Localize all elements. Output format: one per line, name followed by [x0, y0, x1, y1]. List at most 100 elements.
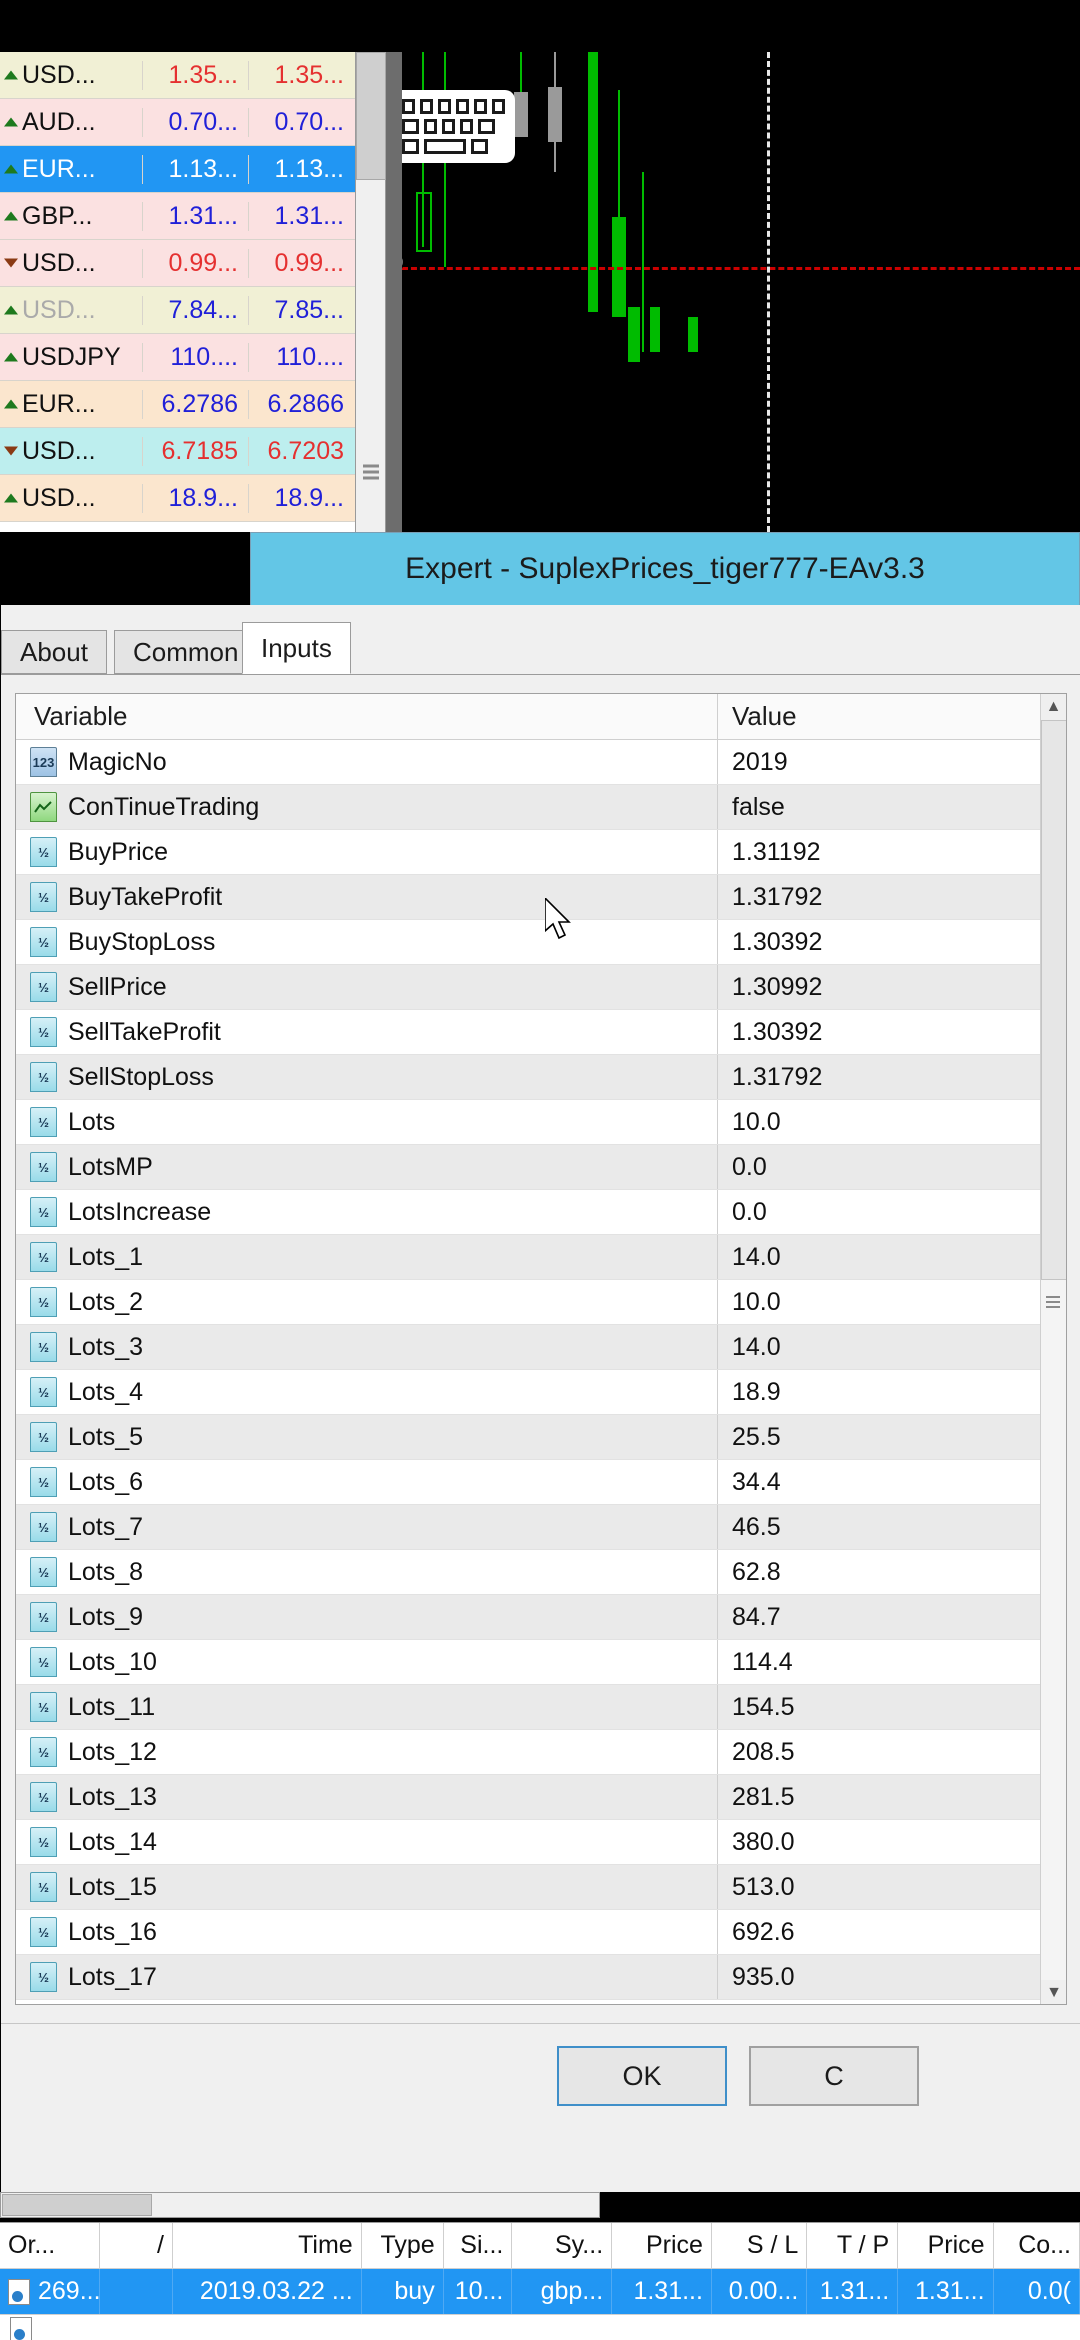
variable-cell[interactable]: ½Lots_7: [16, 1505, 718, 1549]
table-row[interactable]: ½Lots_16692.6: [16, 1910, 1066, 1955]
column-header[interactable]: Sy...: [512, 2223, 612, 2268]
variable-cell[interactable]: ½Lots_12: [16, 1730, 718, 1774]
tab-about[interactable]: About: [1, 630, 107, 674]
variable-cell[interactable]: 123MagicNo: [16, 740, 718, 784]
market-watch-row[interactable]: USD...7.84...7.85...: [0, 287, 355, 334]
column-header[interactable]: Si...: [444, 2223, 513, 2268]
variable-cell[interactable]: ½Lots_2: [16, 1280, 718, 1324]
value-cell[interactable]: 0.0: [718, 1190, 1066, 1234]
inputs-grid[interactable]: Variable Value 123MagicNo2019ConTinueTra…: [15, 693, 1067, 2005]
table-row[interactable]: ½Lots_862.8: [16, 1550, 1066, 1595]
keyboard-icon[interactable]: [402, 90, 515, 163]
value-cell[interactable]: 14.0: [718, 1325, 1066, 1369]
scrollbar-thumb[interactable]: [356, 52, 386, 180]
panel-splitter[interactable]: [386, 52, 402, 532]
column-header[interactable]: Or...: [0, 2223, 100, 2268]
table-row[interactable]: ½Lots_984.7: [16, 1595, 1066, 1640]
column-header[interactable]: Price: [898, 2223, 993, 2268]
column-header[interactable]: Time: [173, 2223, 362, 2268]
value-cell[interactable]: 34.4: [718, 1460, 1066, 1504]
table-row[interactable]: ½SellTakeProfit1.30392: [16, 1010, 1066, 1055]
table-row[interactable]: ½Lots_746.5: [16, 1505, 1066, 1550]
value-cell[interactable]: false: [718, 785, 1066, 829]
scroll-down-button[interactable]: ▼: [1041, 1980, 1067, 2005]
variable-cell[interactable]: ½BuyTakeProfit: [16, 875, 718, 919]
market-watch-row[interactable]: GBP...1.31...1.31...: [0, 193, 355, 240]
market-watch-scrollbar[interactable]: [356, 52, 386, 532]
table-row[interactable]: ½Lots_634.4: [16, 1460, 1066, 1505]
market-watch-row[interactable]: USDJPY110....110....: [0, 334, 355, 381]
variable-cell[interactable]: ½Lots_17: [16, 1955, 718, 1999]
table-row-partial[interactable]: [0, 2315, 1080, 2340]
variable-cell[interactable]: ½LotsIncrease: [16, 1190, 718, 1234]
ok-button[interactable]: OK: [557, 2046, 727, 2106]
market-watch-panel[interactable]: USD...1.35...1.35...AUD...0.70...0.70...…: [0, 52, 356, 532]
variable-cell[interactable]: ½Lots_1: [16, 1235, 718, 1279]
table-row[interactable]: ½SellStopLoss1.31792: [16, 1055, 1066, 1100]
value-cell[interactable]: 0.0: [718, 1145, 1066, 1189]
value-cell[interactable]: 10.0: [718, 1280, 1066, 1324]
variable-cell[interactable]: ½Lots_13: [16, 1775, 718, 1819]
value-cell[interactable]: 84.7: [718, 1595, 1066, 1639]
variable-cell[interactable]: ½SellTakeProfit: [16, 1010, 718, 1054]
table-row[interactable]: ½Lots_13281.5: [16, 1775, 1066, 1820]
table-row[interactable]: ½Lots_525.5: [16, 1415, 1066, 1460]
table-row[interactable]: ½Lots_314.0: [16, 1325, 1066, 1370]
value-cell[interactable]: 281.5: [718, 1775, 1066, 1819]
column-header[interactable]: /: [100, 2223, 173, 2268]
table-row[interactable]: ½Lots_11154.5: [16, 1685, 1066, 1730]
variable-cell[interactable]: ½Lots_3: [16, 1325, 718, 1369]
value-cell[interactable]: 114.4: [718, 1640, 1066, 1684]
variable-cell[interactable]: ½Lots_5: [16, 1415, 718, 1459]
table-row[interactable]: ½SellPrice1.30992: [16, 965, 1066, 1010]
column-header-variable[interactable]: Variable: [16, 694, 718, 739]
tab-bar[interactable]: AboutCommonInputs: [1, 623, 1080, 675]
value-cell[interactable]: 1.30992: [718, 965, 1066, 1009]
column-header[interactable]: S / L: [712, 2223, 807, 2268]
variable-cell[interactable]: ½Lots_10: [16, 1640, 718, 1684]
table-row[interactable]: ½Lots_12208.5: [16, 1730, 1066, 1775]
variable-cell[interactable]: ½Lots_6: [16, 1460, 718, 1504]
market-watch-row[interactable]: USD...6.71856.7203: [0, 428, 355, 475]
table-row[interactable]: ½Lots_15513.0: [16, 1865, 1066, 1910]
terminal-horizontal-scrollbar[interactable]: [0, 2192, 600, 2218]
variable-cell[interactable]: ½Lots_9: [16, 1595, 718, 1639]
variable-cell[interactable]: ½SellStopLoss: [16, 1055, 718, 1099]
table-row[interactable]: ½Lots_14380.0: [16, 1820, 1066, 1865]
market-watch-row[interactable]: AUD...0.70...0.70...: [0, 99, 355, 146]
market-watch-row[interactable]: USD...18.9...18.9...: [0, 475, 355, 522]
column-header[interactable]: T / P: [807, 2223, 898, 2268]
table-row[interactable]: ½LotsIncrease0.0: [16, 1190, 1066, 1235]
table-row[interactable]: 269...2019.03.22 ...buy10...gbp...1.31..…: [0, 2269, 1080, 2315]
variable-cell[interactable]: ½Lots_15: [16, 1865, 718, 1909]
value-cell[interactable]: 1.31792: [718, 875, 1066, 919]
orders-table[interactable]: Or.../TimeTypeSi...Sy...PriceS / LT / PP…: [0, 2222, 1080, 2340]
variable-cell[interactable]: ½Lots_4: [16, 1370, 718, 1414]
price-chart[interactable]: #269095810: [402, 52, 1080, 532]
variable-cell[interactable]: ½Lots_11: [16, 1685, 718, 1729]
table-row[interactable]: 123MagicNo2019: [16, 740, 1066, 785]
table-row[interactable]: ½BuyPrice1.31192: [16, 830, 1066, 875]
table-row[interactable]: ½Lots10.0: [16, 1100, 1066, 1145]
market-watch-row[interactable]: EUR...6.27866.2866: [0, 381, 355, 428]
terminal-scrollbar-thumb[interactable]: [2, 2194, 152, 2216]
market-watch-row[interactable]: USD...0.99...0.99...: [0, 240, 355, 287]
table-row[interactable]: ½BuyTakeProfit1.31792: [16, 875, 1066, 920]
value-cell[interactable]: 2019: [718, 740, 1066, 784]
value-cell[interactable]: 692.6: [718, 1910, 1066, 1954]
column-header-value[interactable]: Value: [718, 694, 1066, 739]
value-cell[interactable]: 208.5: [718, 1730, 1066, 1774]
variable-cell[interactable]: ½BuyStopLoss: [16, 920, 718, 964]
table-row[interactable]: ½Lots_210.0: [16, 1280, 1066, 1325]
value-cell[interactable]: 10.0: [718, 1100, 1066, 1144]
variable-cell[interactable]: ½Lots_14: [16, 1820, 718, 1864]
variable-cell[interactable]: ½SellPrice: [16, 965, 718, 1009]
column-header[interactable]: Type: [362, 2223, 444, 2268]
value-cell[interactable]: 62.8: [718, 1550, 1066, 1594]
table-row[interactable]: ½BuyStopLoss1.30392: [16, 920, 1066, 965]
table-row[interactable]: ½Lots_10114.4: [16, 1640, 1066, 1685]
table-row[interactable]: ½Lots_114.0: [16, 1235, 1066, 1280]
grid-scrollbar[interactable]: ▲ ▼: [1040, 694, 1066, 2005]
table-row[interactable]: ½Lots_17935.0: [16, 1955, 1066, 2000]
variable-cell[interactable]: ConTinueTrading: [16, 785, 718, 829]
